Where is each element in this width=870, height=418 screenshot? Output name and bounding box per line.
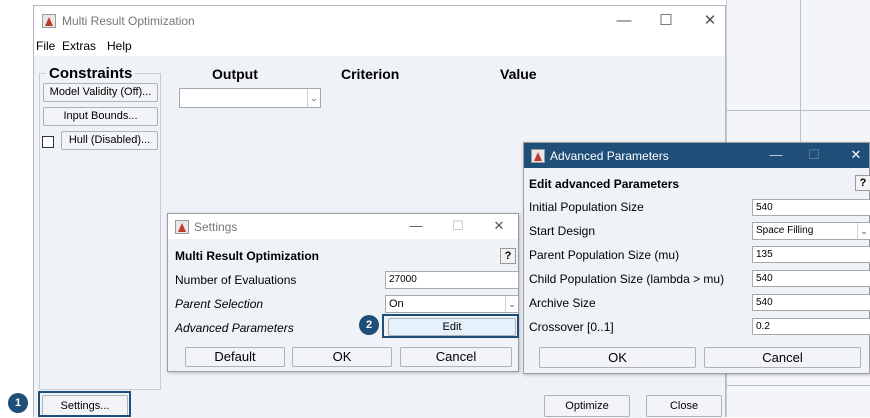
start-design-label: Start Design (529, 224, 596, 238)
child-population-input[interactable]: 540 (752, 270, 870, 287)
parent-population-input[interactable]: 135 (752, 246, 870, 263)
child-population-label: Child Population Size (lambda > mu) (529, 272, 725, 286)
settings-button-highlight (38, 391, 131, 417)
background-divider (800, 0, 801, 145)
matlab-icon (42, 14, 56, 28)
settings-title: Settings (194, 220, 238, 234)
criterion-column-header: Criterion (341, 66, 400, 82)
hull-checkbox[interactable] (42, 136, 54, 148)
settings-title-bar: Settings — ☐ ✕ (168, 214, 518, 239)
main-title-bar: Multi Result Optimization — ☐ ✕ (34, 6, 725, 36)
model-validity-button[interactable]: Model Validity (Off)... (43, 83, 158, 102)
advanced-close-button[interactable]: ✕ (836, 140, 870, 170)
constraints-label: Constraints (46, 65, 136, 82)
hull-button[interactable]: Hull (Disabled)... (61, 131, 158, 150)
menu-help[interactable]: Help (107, 39, 132, 53)
number-of-evaluations-label: Number of Evaluations (175, 273, 297, 287)
edit-button-highlight (382, 314, 519, 338)
advanced-parameters-dialog: Advanced Parameters — ☐ ✕ Edit advanced … (523, 142, 870, 374)
advanced-ok-button[interactable]: OK (539, 347, 696, 368)
advanced-parameters-label: Advanced Parameters (175, 321, 294, 335)
advanced-header: Edit advanced Parameters (529, 177, 680, 191)
settings-help-button[interactable]: ? (500, 248, 516, 264)
settings-dialog: Settings — ☐ ✕ Multi Result Optimization… (167, 213, 519, 372)
background-divider (726, 110, 870, 111)
settings-ok-button[interactable]: OK (292, 347, 392, 367)
chevron-down-icon: ⌄ (505, 296, 518, 312)
menu-file[interactable]: File (36, 39, 55, 53)
menu-extras[interactable]: Extras (62, 39, 96, 53)
parent-selection-select[interactable]: On ⌄ (385, 295, 519, 313)
matlab-icon (175, 220, 189, 234)
settings-header: Multi Result Optimization (175, 249, 319, 263)
advanced-cancel-button[interactable]: Cancel (704, 347, 861, 368)
initial-population-label: Initial Population Size (529, 200, 644, 214)
settings-cancel-button[interactable]: Cancel (400, 347, 512, 367)
initial-population-input[interactable]: 540 (752, 199, 870, 216)
output-select[interactable]: ⌄ (179, 88, 321, 108)
start-design-select[interactable]: Space Filling ⌄ (752, 222, 870, 240)
settings-close-button[interactable]: ✕ (479, 211, 519, 241)
settings-maximize-button[interactable]: ☐ (438, 211, 478, 241)
chevron-down-icon: ⌄ (857, 223, 870, 239)
parent-selection-label: Parent Selection (175, 297, 264, 311)
chevron-down-icon: ⌄ (307, 89, 320, 107)
default-button[interactable]: Default (185, 347, 285, 367)
maximize-button[interactable]: ☐ (646, 6, 686, 36)
optimize-button[interactable]: Optimize (544, 395, 630, 417)
step-2-marker: 2 (359, 315, 379, 335)
settings-minimize-button[interactable]: — (396, 211, 436, 241)
advanced-help-button[interactable]: ? (855, 175, 870, 191)
close-button[interactable]: Close (646, 395, 722, 417)
step-1-marker: 1 (8, 393, 28, 413)
background-divider (726, 385, 870, 386)
crossover-input[interactable]: 0.2 (752, 318, 870, 335)
value-column-header: Value (500, 66, 537, 82)
advanced-title: Advanced Parameters (550, 149, 669, 163)
output-column-header: Output (212, 66, 258, 82)
advanced-minimize-button[interactable]: — (756, 140, 796, 170)
number-of-evaluations-input[interactable]: 27000 (385, 271, 519, 289)
matlab-icon (531, 149, 545, 163)
main-window-title: Multi Result Optimization (62, 14, 195, 28)
input-bounds-button[interactable]: Input Bounds... (43, 107, 158, 126)
advanced-title-bar: Advanced Parameters — ☐ ✕ (524, 143, 869, 168)
crossover-label: Crossover [0..1] (529, 320, 614, 334)
archive-size-input[interactable]: 540 (752, 294, 870, 311)
archive-size-label: Archive Size (529, 296, 596, 310)
menu-bar: File Extras Help (34, 36, 725, 56)
close-window-button[interactable]: ✕ (690, 6, 730, 36)
parent-population-label: Parent Population Size (mu) (529, 248, 680, 262)
advanced-maximize-button[interactable]: ☐ (794, 140, 834, 170)
minimize-button[interactable]: — (604, 6, 644, 36)
